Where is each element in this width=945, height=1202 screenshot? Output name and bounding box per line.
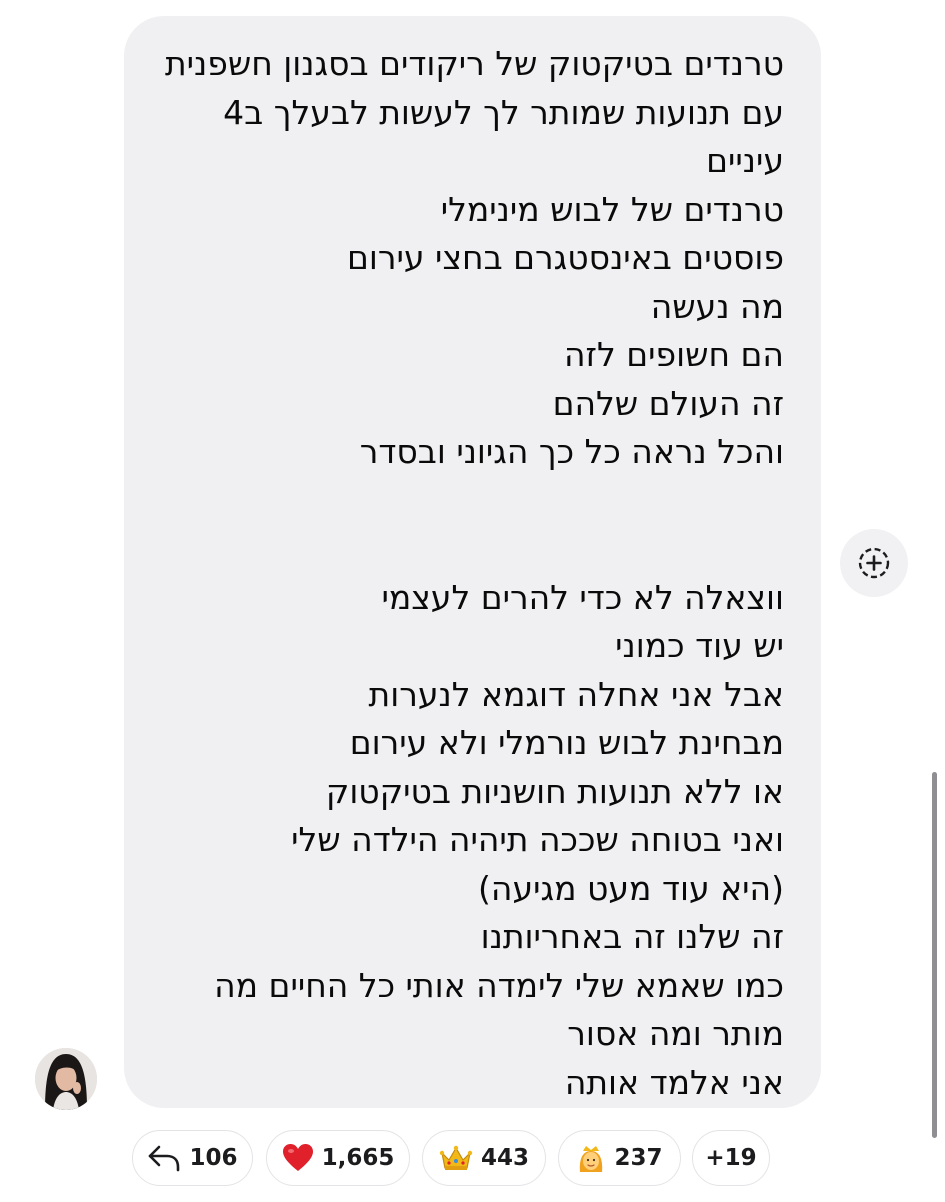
reply-arrow-icon: [147, 1144, 181, 1172]
princess-count: 237: [614, 1145, 663, 1171]
avatar-photo: [35, 1048, 97, 1110]
reply-count: 106: [189, 1145, 238, 1171]
message-line: ווצאלה לא כדי להרים לעצמי: [381, 577, 784, 617]
add-reaction-icon: [858, 547, 890, 579]
more-reactions-pill[interactable]: +19: [692, 1130, 770, 1186]
heart-count: 1,665: [321, 1145, 395, 1171]
avatar[interactable]: [35, 1048, 97, 1110]
message-line: מותר ומה אסור: [567, 1014, 784, 1053]
crown-count: 443: [480, 1145, 529, 1171]
add-reaction-button[interactable]: [840, 529, 908, 597]
message-line: אבל אני אחלה דוגמא לנערות: [368, 674, 784, 714]
message-line: או ללא תנועות חושניות בטיקטוק: [325, 771, 784, 811]
message-line: טרנדים בטיקטוק של ריקודים בסגנון חשפנית: [164, 44, 784, 83]
crown-icon: [439, 1144, 473, 1172]
message-line: טרנדים של לבוש מינימלי: [440, 189, 784, 229]
message-line: זה העולם שלהם: [552, 383, 784, 423]
red-heart-icon: [282, 1143, 314, 1173]
princess-reaction-pill[interactable]: 237: [558, 1130, 681, 1186]
message-line: זה שלנו זה באחריותנו: [480, 917, 784, 956]
crown-reaction-pill[interactable]: 443: [422, 1130, 546, 1186]
message-line: כמו שאמא שלי לימדה אותי כל החיים מה: [214, 965, 784, 1005]
message-line: יש עוד כמוני: [615, 626, 784, 665]
reply-count-pill[interactable]: 106: [132, 1130, 253, 1186]
message-line: עם תנועות שמותר לך לעשות לבעלך ב4: [223, 92, 784, 132]
princess-icon: [576, 1142, 606, 1174]
scrollbar[interactable]: [932, 772, 937, 1138]
message-line: מבחינת לבוש נורמלי ולא עירום: [349, 723, 784, 762]
message-line: פוסטים באינסטגרם בחצי עירום: [347, 238, 784, 277]
message-line: אני אלמד אותה: [564, 1062, 784, 1102]
message-line: מה נעשה: [650, 286, 784, 326]
message-line: הם חשופים לזה: [564, 335, 784, 374]
message-line: והכל נראה כל כך הגיוני ובסדר: [359, 432, 784, 471]
message-line: ואני בטוחה שככה תיהיה הילדה שלי: [291, 820, 784, 859]
message-line: עיניים: [706, 141, 784, 180]
more-reactions-count: +19: [705, 1145, 757, 1171]
message-text: טרנדים בטיקטוק של ריקודים בסגנון חשפנית …: [150, 40, 784, 1107]
message-line: (היא עוד מעט מגיעה): [478, 868, 784, 908]
heart-reaction-pill[interactable]: 1,665: [266, 1130, 410, 1186]
message-bubble[interactable]: טרנדים בטיקטוק של ריקודים בסגנון חשפנית …: [124, 16, 821, 1108]
